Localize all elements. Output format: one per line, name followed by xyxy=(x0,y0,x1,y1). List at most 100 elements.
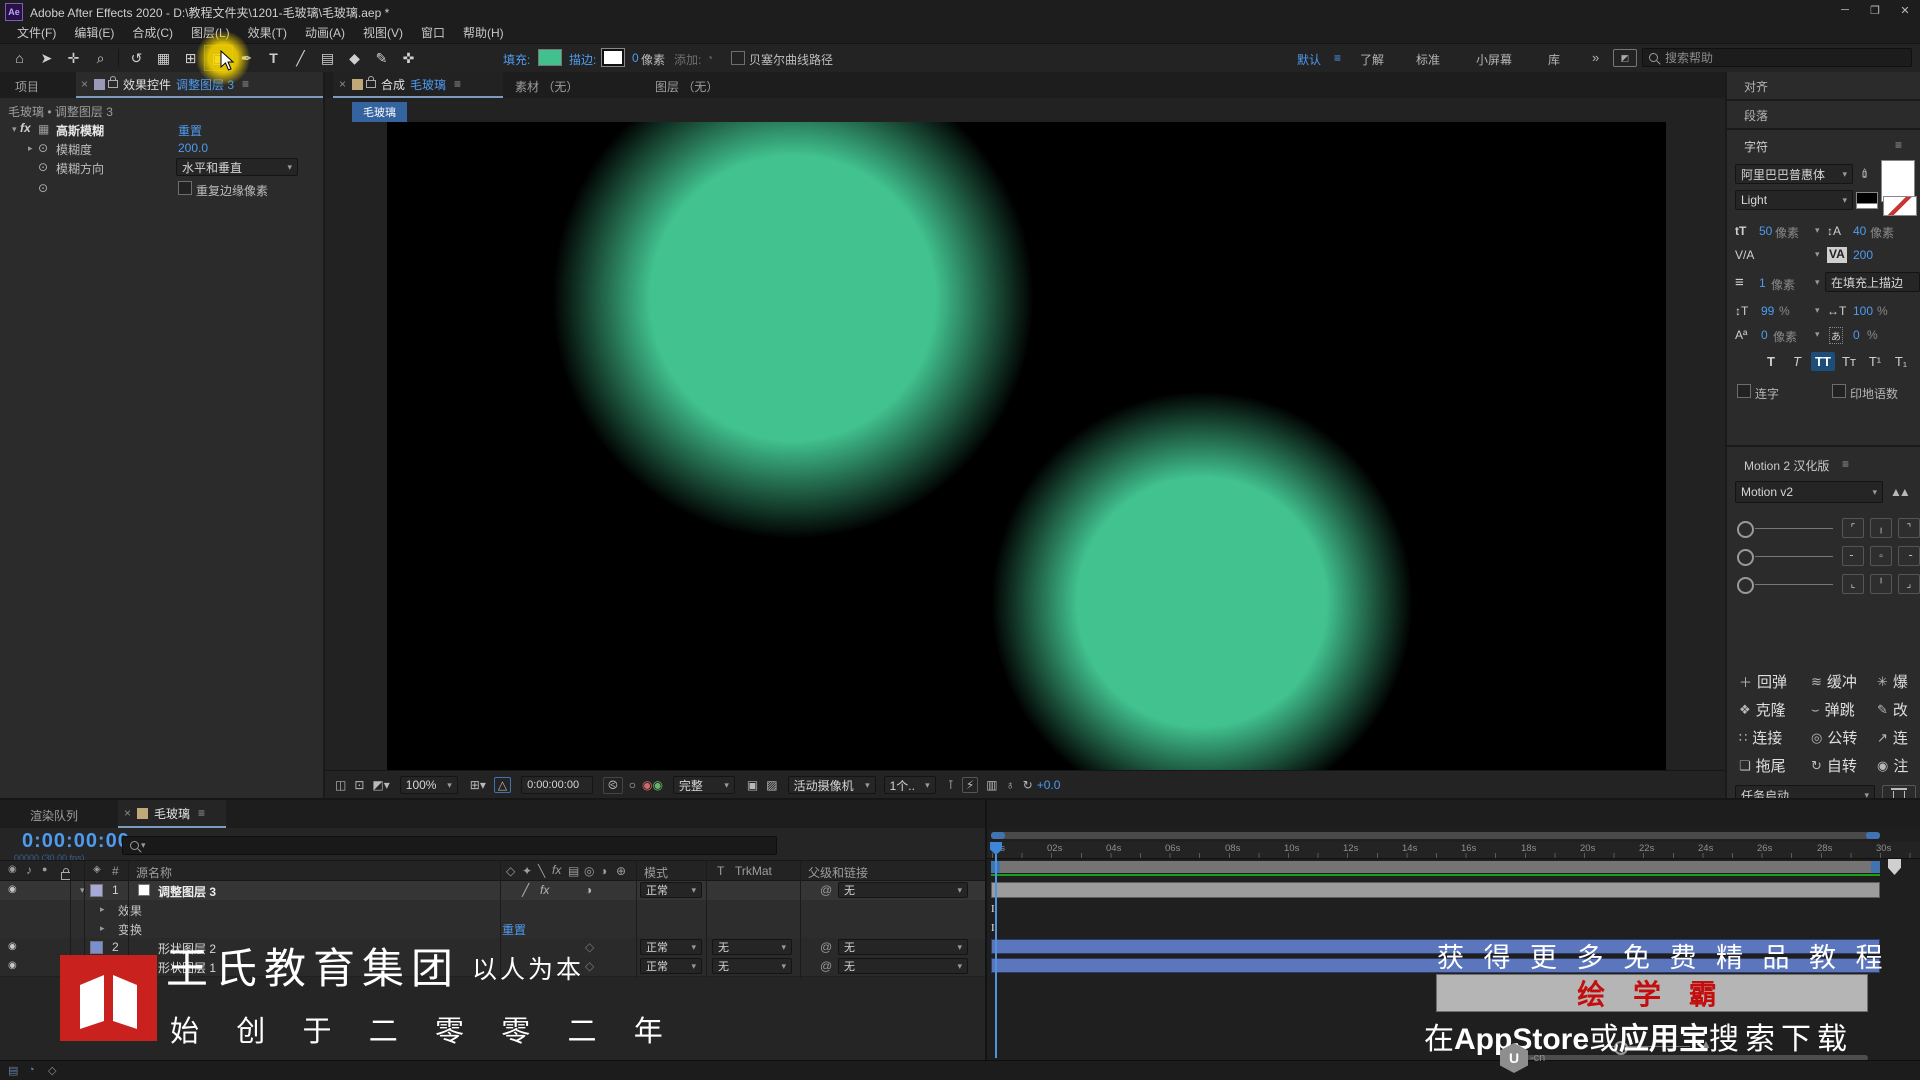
layer-label-swatch[interactable] xyxy=(90,941,103,954)
effects-group-label[interactable]: 效果 xyxy=(118,902,142,919)
stroke-width-value[interactable]: 0 xyxy=(632,51,639,65)
fill-swatch[interactable] xyxy=(538,49,562,66)
trail-button[interactable]: ❏拖尾 xyxy=(1739,755,1786,776)
column-divider[interactable] xyxy=(636,860,637,978)
source-name-column[interactable]: 源名称 xyxy=(136,864,172,881)
shape-tool[interactable]: ▣ xyxy=(204,45,233,71)
effect-name[interactable]: 高斯模糊 xyxy=(56,122,104,139)
ease-button[interactable]: ≋缓冲 xyxy=(1811,671,1857,692)
resolution-dropdown[interactable]: 完整 ▾ xyxy=(673,776,735,794)
fast-preview-icon[interactable]: ⚡ xyxy=(962,777,978,793)
all-caps-button[interactable]: TT xyxy=(1811,352,1835,371)
eye-icon[interactable]: ◉ xyxy=(8,884,17,895)
comp-flowchart-icon[interactable]: ♁ xyxy=(1006,778,1015,792)
pick-whip-icon[interactable]: @ xyxy=(820,959,832,973)
layer-name[interactable]: 调整图层 3 xyxy=(158,883,216,900)
tsume-value[interactable]: 0 xyxy=(1853,328,1860,342)
adjustment-switch-icon[interactable]: ◑ xyxy=(585,883,592,897)
vertical-scale-value[interactable]: 99 xyxy=(1761,304,1774,318)
effect-reset-link[interactable]: 重置 xyxy=(178,122,202,139)
layer-row-shape1[interactable]: ◉ 3 形状图层 1 ◇ 正常 ▾ 无 ▾ @ 无 ▾ xyxy=(0,957,985,977)
small-caps-button[interactable]: Tт xyxy=(1837,352,1861,371)
layer-name[interactable]: 形状图层 2 xyxy=(158,940,216,957)
mask-visibility-icon[interactable]: △ xyxy=(494,777,511,793)
anchor-bottom-left-button[interactable]: ⌞ xyxy=(1842,574,1864,594)
transform-group-label[interactable]: 变换 xyxy=(118,921,142,938)
menu-file[interactable]: 文件(F) xyxy=(8,24,65,41)
blend-mode-dropdown[interactable]: 正常 ▾ xyxy=(640,958,702,974)
anchor-bottom-right-button[interactable]: ⌟ xyxy=(1898,574,1920,594)
type-tool[interactable]: T xyxy=(260,46,287,70)
burst-button[interactable]: ✳爆 xyxy=(1877,671,1908,692)
baseline-shift-value[interactable]: 0 xyxy=(1761,328,1768,342)
text-stroke-swatch[interactable] xyxy=(1856,192,1878,209)
playhead-line[interactable] xyxy=(995,842,997,1058)
anchor-top-right-button[interactable]: ⌝ xyxy=(1898,518,1920,538)
stroke-type-dropdown[interactable]: 在填充上描边 xyxy=(1825,272,1920,292)
tab-timeline-comp[interactable]: × 毛玻璃 ≡ xyxy=(118,800,226,828)
parent-dropdown[interactable]: 无 ▾ xyxy=(838,882,968,898)
timeline-pan-scrollbar[interactable] xyxy=(991,832,1880,839)
menu-window[interactable]: 窗口 xyxy=(412,24,454,41)
clone-stamp-tool[interactable]: ▤ xyxy=(314,46,341,70)
pick-whip-icon[interactable]: @ xyxy=(820,940,832,954)
close-button[interactable]: ✕ xyxy=(1890,4,1920,17)
workspace-menu-icon[interactable]: ≡ xyxy=(1334,51,1341,65)
leading-value[interactable]: 40 xyxy=(1853,224,1866,238)
rotation-tool[interactable]: ↺ xyxy=(123,46,150,70)
workspace-learn[interactable]: 了解 xyxy=(1360,51,1384,68)
panel-menu-icon[interactable]: ≡ xyxy=(242,77,249,91)
slider-track[interactable] xyxy=(1755,528,1833,529)
zoom-tool[interactable]: ⌕ xyxy=(87,46,114,70)
maximize-button[interactable]: ❐ xyxy=(1860,4,1890,17)
camera-tool[interactable]: ▦ xyxy=(150,46,177,70)
anchor-mid-right-button[interactable]: ╶ xyxy=(1898,546,1920,566)
bezier-checkbox[interactable] xyxy=(731,51,745,65)
zoom-level-dropdown[interactable]: 100% ▾ xyxy=(400,776,458,794)
ligatures-checkbox[interactable] xyxy=(1737,384,1751,398)
region-of-interest-icon[interactable]: ▣ xyxy=(747,778,758,792)
menu-composition[interactable]: 合成(C) xyxy=(123,24,182,41)
chevron-down-icon[interactable]: ▾ xyxy=(1815,329,1820,340)
adjustment-switch-icon[interactable]: ◇ xyxy=(585,940,594,954)
hand-tool[interactable]: ✛ xyxy=(60,46,87,70)
property-row-effects[interactable]: ▸ 效果 xyxy=(0,900,985,920)
collapse-caret-icon[interactable]: ▾ xyxy=(12,124,17,135)
workspace-standard[interactable]: 标准 xyxy=(1416,51,1440,68)
anchor-mid-left-button[interactable]: ╴ xyxy=(1842,546,1864,566)
fx-switch-icon[interactable]: fx xyxy=(540,883,549,897)
zoom-out-mountain-icon[interactable]: ▲ xyxy=(1582,1040,1590,1049)
chevron-down-icon[interactable]: ▾ xyxy=(1815,249,1820,260)
layer-name[interactable]: 形状图层 1 xyxy=(158,959,216,976)
layer-bar-shape1[interactable] xyxy=(991,958,1880,973)
chevron-down-icon[interactable]: ▾ xyxy=(1815,305,1820,316)
pick-whip-icon[interactable]: @ xyxy=(820,883,832,897)
reset-exposure-icon[interactable]: ↻ xyxy=(1023,778,1033,792)
property-row-transform[interactable]: ▸ 变换 重置 xyxy=(0,919,985,939)
adjustment-switch-icon[interactable]: ◇ xyxy=(585,959,594,973)
motion-preset-dropdown[interactable]: Motion v2 ▾ xyxy=(1735,481,1883,503)
unlock-icon[interactable] xyxy=(108,80,118,88)
selection-tool[interactable]: ➤ xyxy=(33,46,60,70)
hindi-digits-checkbox[interactable] xyxy=(1832,384,1846,398)
slider-knob[interactable] xyxy=(1737,549,1754,566)
scrollbar-left-handle[interactable] xyxy=(991,832,1005,839)
tab-composition[interactable]: × 合成 毛玻璃 ≡ xyxy=(333,72,503,98)
timeline-search-box[interactable]: ▾ xyxy=(122,836,777,855)
note-button[interactable]: ◉注 xyxy=(1877,755,1908,776)
preview-status-icon[interactable]: ◔ xyxy=(28,1064,35,1076)
keyframe-ibeam-icon[interactable]: I xyxy=(991,903,995,915)
workspace-default[interactable]: 默认 xyxy=(1297,51,1321,68)
menu-animation[interactable]: 动画(A) xyxy=(296,24,354,41)
column-divider[interactable] xyxy=(500,860,501,978)
workspace-library[interactable]: 库 xyxy=(1548,51,1560,68)
current-time-display[interactable]: 0:00:00:00 xyxy=(521,776,593,794)
expression-status-icon[interactable]: ◇ xyxy=(48,1064,56,1077)
faux-bold-button[interactable]: T xyxy=(1759,352,1783,371)
monitor-icon[interactable]: ⊡ xyxy=(354,778,364,792)
tab-close-icon[interactable]: × xyxy=(124,806,131,820)
parent-dropdown[interactable]: 无 ▾ xyxy=(838,939,968,955)
chevron-down-icon[interactable]: ▾ xyxy=(1815,225,1820,236)
column-divider[interactable] xyxy=(800,860,801,978)
clone-button[interactable]: ❖克隆 xyxy=(1739,699,1786,720)
